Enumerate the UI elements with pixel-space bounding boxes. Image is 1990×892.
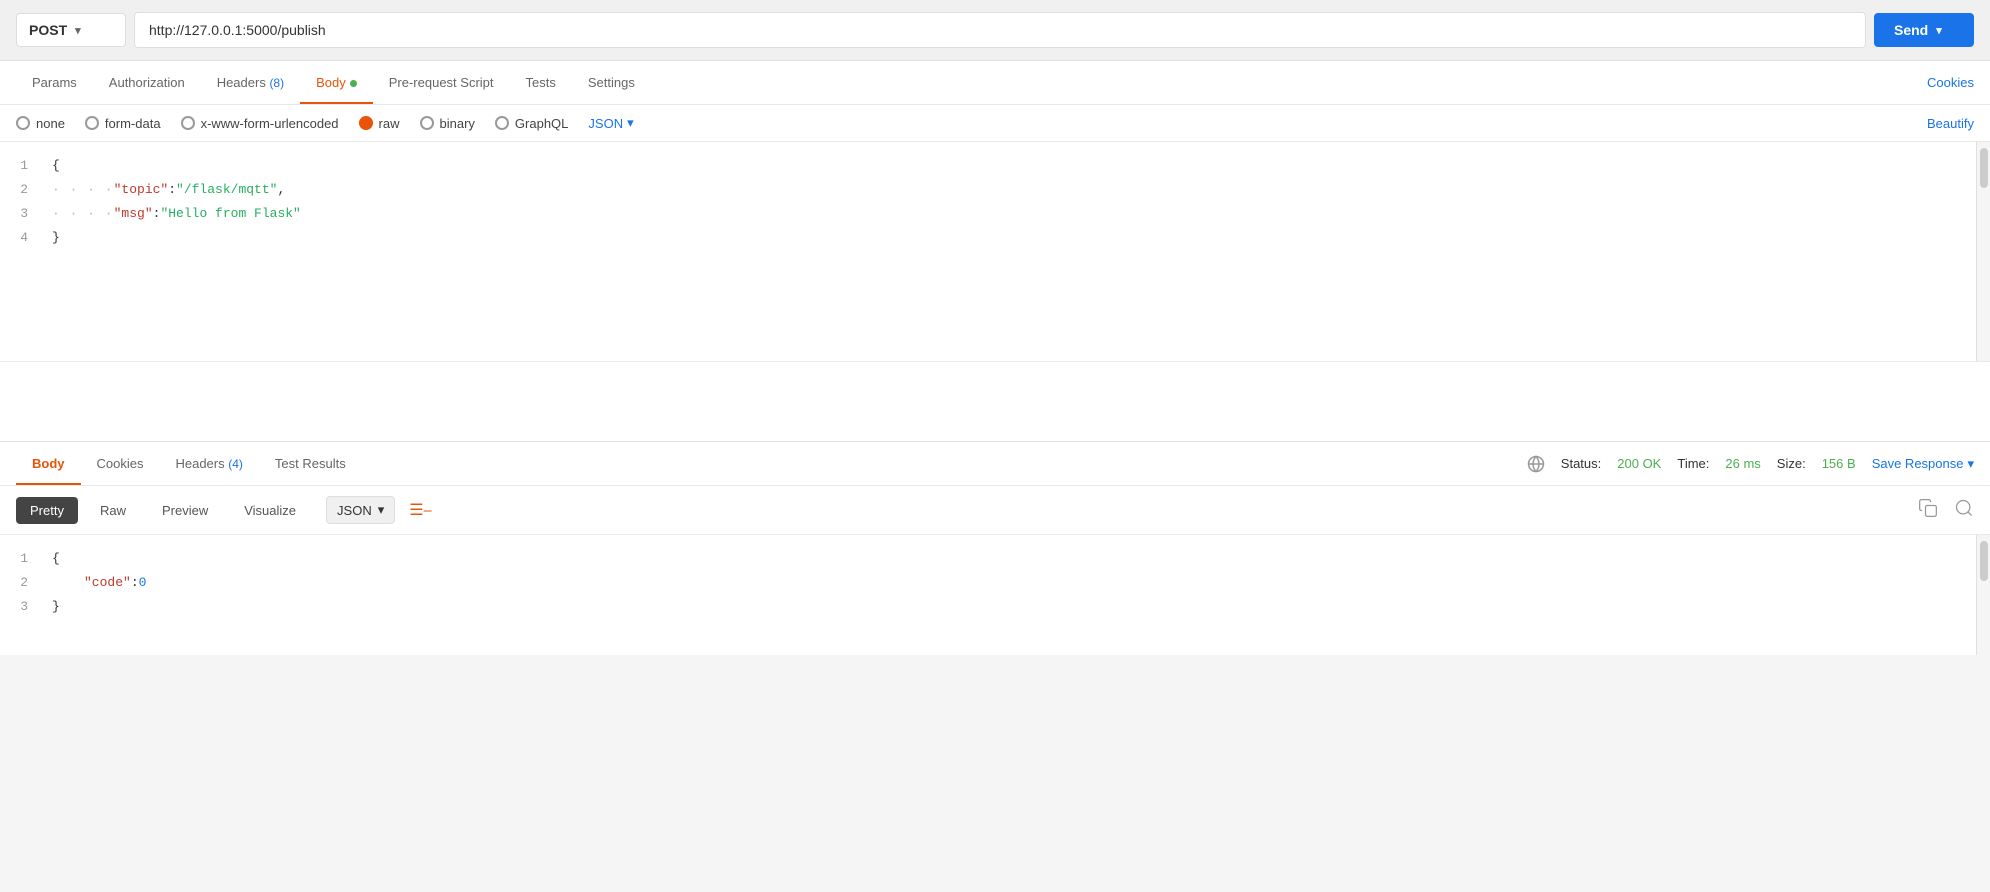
url-input[interactable] [134, 12, 1866, 48]
save-response-chevron-icon: ▾ [1967, 456, 1974, 472]
radio-form-data [85, 116, 99, 130]
editor-empty-space [0, 362, 1990, 442]
method-selector[interactable]: POST ▾ [16, 13, 126, 47]
line-numbers: 1 2 3 4 [0, 142, 40, 361]
cookies-link[interactable]: Cookies [1927, 61, 1974, 104]
method-chevron-icon: ▾ [75, 24, 81, 37]
scroll-thumb [1980, 148, 1988, 188]
size-label: Size: [1777, 456, 1806, 471]
body-type-binary[interactable]: binary [420, 116, 475, 131]
response-tab-cookies[interactable]: Cookies [81, 442, 160, 485]
url-bar: POST ▾ Send ▾ [0, 0, 1990, 61]
response-code-line-3: } [52, 595, 1964, 619]
send-dropdown-icon: ▾ [1936, 24, 1942, 37]
beautify-button[interactable]: Beautify [1927, 116, 1974, 131]
size-value: 156 B [1822, 456, 1856, 471]
response-tab-test-results[interactable]: Test Results [259, 442, 362, 485]
code-line-4: } [52, 226, 1964, 250]
save-response-button[interactable]: Save Response ▾ [1872, 456, 1974, 472]
body-type-raw[interactable]: raw [359, 116, 400, 131]
response-scroll-thumb [1980, 541, 1988, 581]
status-label: Status: [1561, 456, 1601, 471]
request-body-content[interactable]: { · · · · "topic" : "/flask/mqtt" , · · … [40, 142, 1976, 361]
response-code-line-2: "code" : 0 [52, 571, 1964, 595]
send-button[interactable]: Send ▾ [1874, 13, 1974, 47]
response-body-editor: 1 2 3 { "code" : 0 } [0, 535, 1990, 655]
tab-headers[interactable]: Headers (8) [201, 61, 300, 104]
tab-settings[interactable]: Settings [572, 61, 651, 104]
code-line-2: · · · · "topic" : "/flask/mqtt" , [52, 178, 1964, 202]
radio-none [16, 116, 30, 130]
response-code-line-1: { [52, 547, 1964, 571]
globe-icon [1527, 455, 1545, 473]
tab-pre-request[interactable]: Pre-request Script [373, 61, 510, 104]
response-line-numbers: 1 2 3 [0, 535, 40, 655]
radio-urlencoded [181, 116, 195, 130]
radio-graphql [495, 116, 509, 130]
code-line-1: { [52, 154, 1964, 178]
response-json-dropdown[interactable]: JSON ▾ [326, 496, 395, 524]
response-format-pretty[interactable]: Pretty [16, 497, 78, 524]
tab-tests[interactable]: Tests [510, 61, 572, 104]
tab-params[interactable]: Params [16, 61, 93, 104]
body-type-urlencoded[interactable]: x-www-form-urlencoded [181, 116, 339, 131]
copy-icon[interactable] [1918, 498, 1938, 523]
request-body-editor[interactable]: 1 2 3 4 { · · · · "topic" : "/flask/mqtt… [0, 142, 1990, 362]
json-format-dropdown[interactable]: JSON ▾ [588, 115, 633, 131]
response-tabs-bar: Body Cookies Headers (4) Test Results St… [0, 442, 1990, 486]
response-editor-scrollbar[interactable] [1976, 535, 1990, 655]
tab-body[interactable]: Body [300, 61, 373, 104]
response-body-content: { "code" : 0 } [40, 535, 1976, 655]
response-meta: Status: 200 OK Time: 26 ms Size: 156 B S… [1527, 455, 1974, 473]
response-actions [1918, 498, 1974, 523]
request-editor-scrollbar[interactable] [1976, 142, 1990, 361]
body-type-form-data[interactable]: form-data [85, 116, 161, 131]
json-chevron-icon: ▾ [627, 115, 634, 131]
response-tab-headers[interactable]: Headers (4) [159, 442, 258, 485]
response-format-bar: Pretty Raw Preview Visualize JSON ▾ ☰⎯ [0, 486, 1990, 535]
body-type-none[interactable]: none [16, 116, 65, 131]
radio-raw [359, 116, 373, 130]
response-tab-body[interactable]: Body [16, 442, 81, 485]
send-label: Send [1894, 22, 1928, 38]
code-line-3: · · · · "msg" : "Hello from Flask" [52, 202, 1964, 226]
response-format-preview[interactable]: Preview [148, 497, 222, 524]
request-tabs-bar: Params Authorization Headers (8) Body Pr… [0, 61, 1990, 105]
body-type-bar: none form-data x-www-form-urlencoded raw… [0, 105, 1990, 142]
time-label: Time: [1677, 456, 1709, 471]
status-value: 200 OK [1617, 456, 1661, 471]
method-label: POST [29, 22, 67, 38]
response-format-raw[interactable]: Raw [86, 497, 140, 524]
filter-icon[interactable]: ☰⎯ [409, 500, 431, 520]
time-value: 26 ms [1725, 456, 1760, 471]
response-format-visualize[interactable]: Visualize [230, 497, 310, 524]
tab-authorization[interactable]: Authorization [93, 61, 201, 104]
radio-binary [420, 116, 434, 130]
body-type-graphql[interactable]: GraphQL [495, 116, 568, 131]
search-icon[interactable] [1954, 498, 1974, 523]
response-json-chevron-icon: ▾ [378, 502, 385, 518]
